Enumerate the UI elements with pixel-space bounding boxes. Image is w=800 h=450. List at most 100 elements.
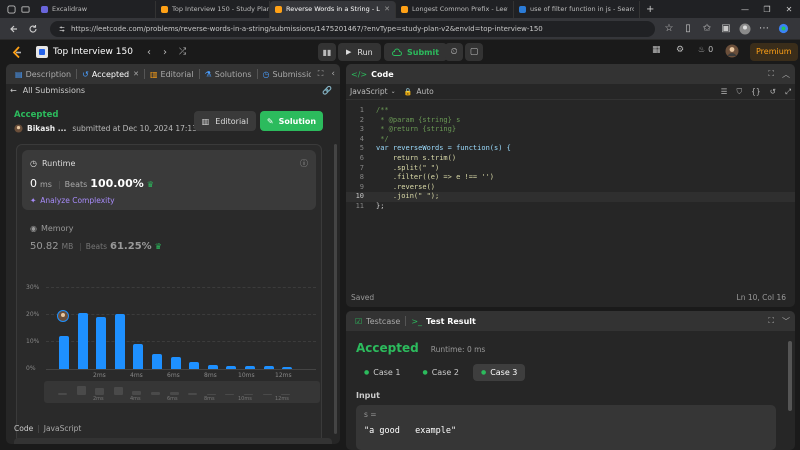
more-options-icon[interactable]: ⋯ — [756, 21, 772, 37]
checkbox-icon: ☑ — [355, 316, 363, 326]
runtime-card[interactable]: ◷ Runtime ⓘ 0 ms | Beats 100.00% ♛ ✦ Ana… — [22, 150, 316, 210]
address-bar[interactable]: https://leetcode.com/problems/reverse-wo… — [50, 20, 655, 37]
crown-icon: ♛ — [146, 180, 154, 189]
chart-bar[interactable] — [207, 364, 218, 369]
profile-avatar-icon[interactable] — [737, 21, 753, 37]
back-icon[interactable] — [6, 21, 22, 37]
tab-description[interactable]: ▤ Description — [11, 64, 75, 84]
y-tick-label: 30% — [26, 284, 40, 291]
star-icon[interactable]: ☆ — [661, 21, 677, 37]
chart-bar[interactable] — [282, 366, 293, 369]
minimize-icon[interactable]: — — [734, 5, 756, 14]
streak-count: 0 — [708, 45, 714, 54]
chart-bar[interactable] — [170, 356, 181, 369]
browser-tab[interactable]: use of filter function in js - Search — [514, 0, 640, 18]
mini-chart-bar — [76, 386, 86, 395]
site-info-icon[interactable] — [58, 25, 66, 33]
close-tab-icon[interactable]: ✕ — [133, 70, 139, 78]
browser-tab[interactable]: Longest Common Prefix - LeetCo — [396, 0, 514, 18]
divider: | — [37, 424, 40, 433]
editorial-button[interactable]: ▥ Editorial — [194, 111, 256, 131]
chart-bar[interactable] — [226, 365, 237, 369]
memory-section[interactable]: ◉ Memory 50.82 MB | Beats 61.25% ♛ — [30, 224, 320, 264]
shuffle-icon[interactable]: ⤮ — [179, 47, 186, 57]
timer-icon[interactable]: ⏲ — [445, 43, 463, 61]
workspaces-icon[interactable] — [4, 2, 18, 16]
code-area[interactable]: 1/** 2 * @param {string} s 3 * @return {… — [346, 104, 795, 284]
test-panel-tabs: ☑ Testcase >_ Test Result ⛶ ﹀ — [346, 311, 795, 331]
chart-bar[interactable] — [245, 366, 255, 369]
study-plan-title[interactable]: Top Interview 150 — [53, 47, 133, 57]
debug-icon[interactable]: ▮▮ — [318, 43, 336, 61]
split-screen-icon[interactable]: ▯ — [680, 21, 696, 37]
chart-bar[interactable] — [59, 336, 69, 369]
code-text: .reverse() — [376, 182, 436, 191]
info-icon[interactable]: ⓘ — [300, 158, 308, 169]
reset-icon[interactable]: ↺ — [770, 87, 776, 96]
chart-bar[interactable] — [152, 353, 162, 369]
case-tab-active[interactable]: ● Case 3 — [472, 364, 526, 381]
chart-bar[interactable] — [77, 312, 88, 369]
braces-icon[interactable]: {} — [751, 87, 761, 96]
browser-tab[interactable]: Excalidraw — [36, 0, 156, 18]
maximize-panel-icon[interactable]: ⛶ — [768, 69, 774, 79]
fullscreen-icon[interactable]: ⤢ — [785, 87, 791, 97]
tab-actions-icon[interactable] — [18, 2, 32, 16]
next-problem-icon[interactable]: › — [163, 47, 167, 58]
analyze-complexity-button[interactable]: ✦ Analyze Complexity — [30, 196, 115, 205]
close-window-icon[interactable]: ✕ — [778, 5, 800, 14]
layout-icon[interactable]: ▦ — [652, 45, 661, 55]
vertical-scrollbar[interactable] — [788, 341, 792, 411]
tab-accepted[interactable]: ↺ Accepted ✕ — [78, 64, 143, 84]
chart-bar[interactable] — [263, 366, 274, 369]
new-tab-button[interactable]: + — [646, 4, 654, 15]
settings-gear-icon[interactable]: ⚙ — [676, 45, 684, 55]
chart-bar[interactable] — [96, 317, 107, 369]
username[interactable]: Bikash ... — [27, 124, 66, 133]
language-select[interactable]: JavaScript — [350, 87, 388, 96]
chart-bar[interactable] — [189, 362, 200, 369]
mini-chart-bar — [188, 393, 198, 395]
case-tab[interactable]: ● Case 1 — [356, 364, 408, 381]
chart-bar[interactable] — [133, 344, 144, 369]
format-icon[interactable]: ☰ — [721, 87, 728, 96]
vertical-scrollbar[interactable] — [334, 144, 337, 434]
maximize-panel-icon[interactable]: ⛶ — [768, 316, 774, 326]
tab-solutions[interactable]: ⚗ Solutions — [201, 64, 256, 84]
prev-problem-icon[interactable]: ‹ — [147, 47, 151, 58]
auto-mode[interactable]: Auto — [416, 87, 433, 96]
notes-icon[interactable]: ▢ — [465, 43, 483, 61]
collapse-panel-icon[interactable]: ﹀ — [782, 316, 790, 327]
link-icon[interactable]: 🔗 — [322, 86, 332, 95]
runtime-value: 0 — [30, 177, 37, 190]
leetcode-logo-icon[interactable] — [10, 44, 24, 60]
all-submissions-link[interactable]: ← All Submissions — [10, 86, 85, 95]
tab-submissions[interactable]: ◷ Submissions — [259, 64, 311, 84]
bookmark-icon[interactable]: ⛉ — [737, 87, 743, 97]
run-button[interactable]: ▶ Run — [338, 43, 381, 61]
premium-button[interactable]: Premium — [750, 43, 798, 61]
maximize-icon[interactable]: ❐ — [756, 5, 778, 14]
collections-icon[interactable]: ▣ — [718, 21, 734, 37]
browser-tab[interactable]: Top Interview 150 - Study Plan - L — [156, 0, 270, 18]
favorites-icon[interactable]: ✩ — [699, 21, 715, 37]
maximize-panel-icon[interactable]: ⛶ — [318, 69, 324, 79]
browser-tab-active[interactable]: Reverse Words in a String - LeetC ✕ — [270, 0, 396, 18]
copilot-icon[interactable] — [775, 21, 791, 37]
chart-bar[interactable] — [114, 314, 125, 369]
collapse-panel-icon[interactable]: ︿ — [782, 69, 790, 80]
tab-editorial[interactable]: ▥ Editorial — [146, 64, 198, 84]
tab-testcase[interactable]: ☑ Testcase — [351, 311, 404, 331]
solution-button[interactable]: ✎ Solution — [260, 111, 323, 131]
tab-test-result[interactable]: >_ Test Result — [407, 311, 480, 331]
refresh-icon[interactable] — [25, 21, 41, 37]
range-selector[interactable]: 2ms 4ms 6ms 8ms 10ms 12ms — [44, 381, 320, 403]
streak-counter[interactable]: ♨ 0 — [698, 45, 713, 54]
mini-chart-bar — [262, 394, 272, 395]
submit-button[interactable]: Submit — [384, 43, 448, 61]
collapse-panel-icon[interactable]: ‹ — [331, 69, 335, 79]
case-tab[interactable]: ● Case 2 — [414, 364, 466, 381]
user-avatar[interactable] — [725, 44, 739, 58]
x-tick-label: 6ms — [167, 372, 180, 379]
close-tab-icon[interactable]: ✕ — [380, 5, 390, 13]
